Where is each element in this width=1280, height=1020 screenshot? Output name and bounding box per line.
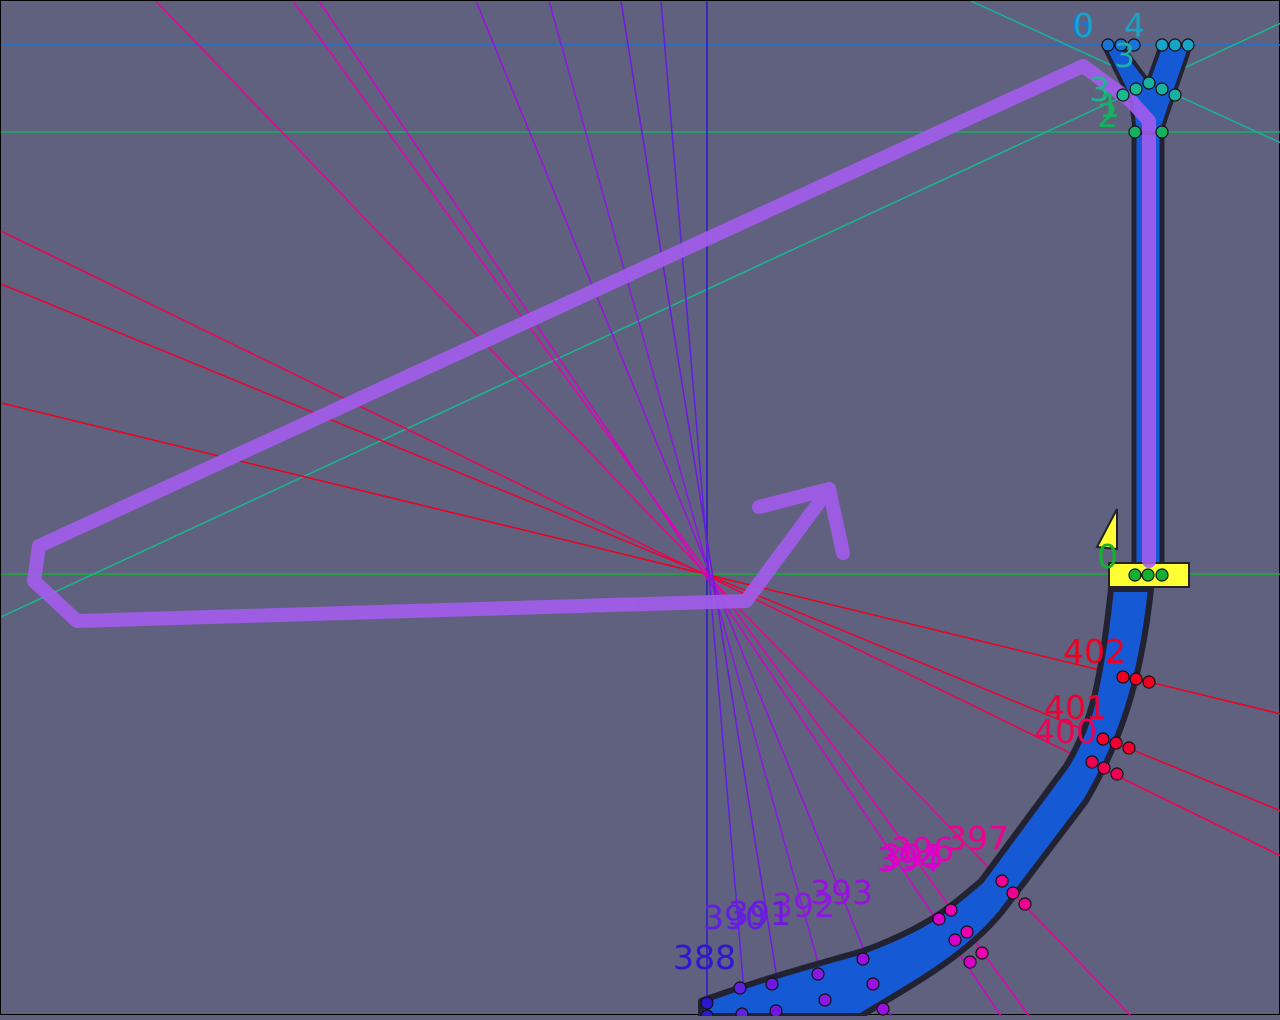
point xyxy=(1129,82,1143,96)
point xyxy=(1142,76,1156,90)
point xyxy=(1142,675,1156,689)
point xyxy=(1116,670,1130,684)
guide-lines xyxy=(0,0,1280,1017)
track-diagram: 6 0 4 3 3 2 1 0 402 401 400 397 396 395 … xyxy=(0,0,1280,1020)
point xyxy=(1155,125,1169,139)
point xyxy=(1129,672,1143,686)
point xyxy=(700,996,714,1010)
point xyxy=(1155,82,1169,96)
point xyxy=(733,981,747,995)
point xyxy=(1181,38,1195,52)
point xyxy=(975,946,989,960)
label-397: 397 xyxy=(946,819,1009,858)
guide-line-390 xyxy=(660,0,747,1017)
point xyxy=(1128,125,1142,139)
point xyxy=(995,874,1009,888)
point xyxy=(1168,38,1182,52)
label-400: 400 xyxy=(1034,712,1097,751)
label-0-top: 0 xyxy=(1073,6,1094,45)
label-1: 1 xyxy=(1099,86,1120,125)
point xyxy=(1085,755,1099,769)
track-points xyxy=(700,38,1195,1020)
point xyxy=(932,912,946,926)
point xyxy=(876,1002,890,1016)
point xyxy=(1122,741,1136,755)
guide-line-3b xyxy=(0,22,1280,618)
label-394: 394 xyxy=(877,840,940,879)
point xyxy=(1110,767,1124,781)
label-390: 390 xyxy=(703,898,766,937)
label-3: 3 xyxy=(1114,36,1135,75)
guide-line-392 xyxy=(548,0,834,1017)
point xyxy=(1155,38,1169,52)
point xyxy=(1018,897,1032,911)
point xyxy=(765,977,779,991)
point xyxy=(818,993,832,1007)
point xyxy=(811,967,825,981)
point xyxy=(1096,732,1110,746)
label-402: 402 xyxy=(1063,632,1126,671)
point xyxy=(1006,886,1020,900)
label-388: 388 xyxy=(673,938,736,977)
point xyxy=(960,925,974,939)
point xyxy=(856,952,870,966)
point xyxy=(1101,38,1115,52)
point xyxy=(1097,761,1111,775)
point xyxy=(948,933,962,947)
point xyxy=(1168,88,1182,102)
point xyxy=(1128,568,1142,582)
label-0: 0 xyxy=(1097,537,1118,576)
point xyxy=(944,903,958,917)
point xyxy=(1109,736,1123,750)
point xyxy=(963,955,977,969)
point xyxy=(1141,568,1155,582)
point xyxy=(866,977,880,991)
track-canvas[interactable]: 6 0 4 3 3 2 1 0 402 401 400 397 396 395 … xyxy=(0,0,1280,1020)
point xyxy=(769,1004,783,1018)
guide-line-397 xyxy=(155,0,1132,1017)
point xyxy=(1155,568,1169,582)
